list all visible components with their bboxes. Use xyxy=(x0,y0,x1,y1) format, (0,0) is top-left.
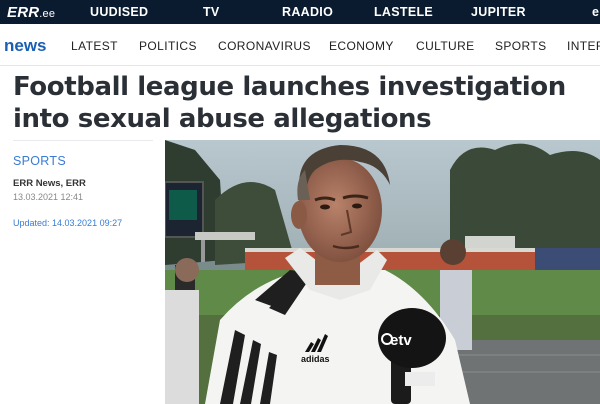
news-brand[interactable]: news xyxy=(4,24,47,65)
nav-coronavirus[interactable]: CORONAVIRUS xyxy=(218,24,311,65)
nav-latest[interactable]: LATEST xyxy=(71,24,118,65)
article-hero-image: adidas etv xyxy=(165,140,600,404)
top-nav-extra[interactable]: e xyxy=(592,0,599,24)
article-updated: Updated: 14.03.2021 09:27 xyxy=(13,218,123,228)
section-nav: news LATEST POLITICS CORONAVIRUS ECONOMY… xyxy=(0,24,600,66)
meta-divider xyxy=(13,140,153,141)
nav-economy[interactable]: ECONOMY xyxy=(329,24,394,65)
article-meta: SPORTS ERR News, ERR 13.03.2021 12:41 Up… xyxy=(13,140,158,228)
err-logo[interactable]: ERR.ee xyxy=(7,4,63,21)
etv-mic-logo: etv xyxy=(390,332,412,349)
category-link[interactable]: SPORTS xyxy=(13,154,158,168)
hero-photo: adidas etv xyxy=(165,140,600,404)
nav-politics[interactable]: POLITICS xyxy=(139,24,197,65)
top-bar: ERR.ee UUDISED TV RAADIO LASTELE JUPITER… xyxy=(0,0,600,24)
top-nav-raadio[interactable]: RAADIO xyxy=(282,0,333,24)
top-nav-tv[interactable]: TV xyxy=(203,0,220,24)
top-nav-lastele[interactable]: LASTELE xyxy=(374,0,433,24)
top-nav-uudised[interactable]: UUDISED xyxy=(90,0,148,24)
adidas-text: adidas xyxy=(301,354,330,364)
nav-culture[interactable]: CULTURE xyxy=(416,24,475,65)
top-nav-jupiter[interactable]: JUPITER xyxy=(471,0,526,24)
article-date: 13.03.2021 12:41 xyxy=(13,192,84,202)
nav-international[interactable]: INTER xyxy=(567,24,600,65)
article-headline: Football league launches investigation i… xyxy=(13,72,566,134)
nav-sports[interactable]: SPORTS xyxy=(495,24,547,65)
article-author: ERR News, ERR xyxy=(13,178,86,189)
